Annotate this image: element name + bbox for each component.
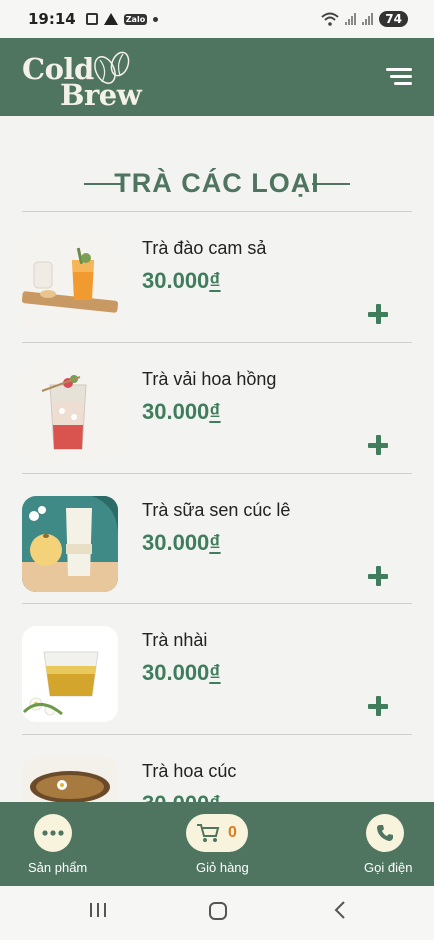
menu-icon xyxy=(386,68,412,71)
status-bar: 19:14 Zalo 74 xyxy=(0,0,434,38)
cart-count-badge: 0 xyxy=(228,824,237,841)
system-indicators: 74 xyxy=(321,0,408,38)
product-item[interactable]: Trà vải hoa hồng 30.000₫ xyxy=(22,343,412,473)
section-title: TRÀ CÁC LOẠI xyxy=(114,168,320,198)
product-price: 30.000₫ xyxy=(142,660,221,685)
app-header: Cold Brew xyxy=(0,38,434,116)
product-name[interactable]: Trà vải hoa hồng xyxy=(142,369,276,390)
zalo-icon: Zalo xyxy=(123,13,148,25)
title-decor-right xyxy=(312,183,350,185)
warning-icon xyxy=(103,13,118,25)
nav-products[interactable]: Sản phẩm xyxy=(16,802,96,886)
product-item[interactable]: Trà hoa cúc 30.000₫ xyxy=(22,735,412,802)
recent-apps-button[interactable] xyxy=(88,900,108,920)
menu-button[interactable] xyxy=(386,68,412,86)
status-time: 19:14 xyxy=(28,10,76,28)
notification-icons: Zalo xyxy=(85,13,159,25)
product-image[interactable] xyxy=(22,496,118,592)
nav-cart[interactable]: 0 Giỏ hàng xyxy=(186,802,256,886)
product-price: 30.000₫ xyxy=(142,268,221,293)
product-name[interactable]: Trà nhài xyxy=(142,630,207,651)
add-to-cart-button[interactable] xyxy=(368,435,390,457)
nav-call-label: Gọi điện xyxy=(364,860,413,875)
back-button[interactable] xyxy=(332,900,348,920)
nav-cart-label: Giỏ hàng xyxy=(196,860,249,875)
coffee-bean-icon xyxy=(94,51,130,84)
product-list-page[interactable]: TRÀ CÁC LOẠI Trà đào cam sả 30.000₫ Trà … xyxy=(0,116,434,802)
add-to-cart-button[interactable] xyxy=(368,696,390,718)
product-image[interactable] xyxy=(22,234,118,330)
product-price: 30.000₫ xyxy=(142,530,221,555)
product-image[interactable] xyxy=(22,757,118,802)
add-to-cart-button[interactable] xyxy=(368,566,390,588)
product-image[interactable] xyxy=(22,365,118,461)
screenshot-icon xyxy=(85,13,98,25)
logo[interactable]: Cold Brew xyxy=(22,48,142,112)
product-item[interactable]: Trà nhài 30.000₫ xyxy=(22,604,412,734)
nav-products-label: Sản phẩm xyxy=(28,860,88,875)
product-price: 30.000₫ xyxy=(142,791,221,802)
signal-icon-2 xyxy=(362,13,374,25)
phone-icon xyxy=(366,814,404,852)
home-button[interactable] xyxy=(207,900,229,922)
more-icon xyxy=(34,814,72,852)
bottom-nav: Sản phẩm 0 Giỏ hàng Gọi điện xyxy=(0,802,434,886)
product-image[interactable] xyxy=(22,626,118,722)
wifi-icon xyxy=(321,12,339,26)
product-price: 30.000₫ xyxy=(142,399,221,424)
system-nav-bar xyxy=(0,886,434,940)
product-name[interactable]: Trà đào cam sả xyxy=(142,238,266,259)
cart-icon xyxy=(197,824,220,842)
signal-icon xyxy=(345,13,357,25)
more-notifications-icon xyxy=(153,16,159,22)
product-item[interactable]: Trà sữa sen cúc lê 30.000₫ xyxy=(22,474,412,604)
cart-pill: 0 xyxy=(186,814,248,852)
add-to-cart-button[interactable] xyxy=(368,304,390,326)
nav-call[interactable]: Gọi điện xyxy=(354,802,424,886)
product-name[interactable]: Trà sữa sen cúc lê xyxy=(142,500,290,521)
product-item[interactable]: Trà đào cam sả 30.000₫ xyxy=(22,212,412,342)
battery-indicator: 74 xyxy=(379,11,408,27)
product-name[interactable]: Trà hoa cúc xyxy=(142,761,236,782)
